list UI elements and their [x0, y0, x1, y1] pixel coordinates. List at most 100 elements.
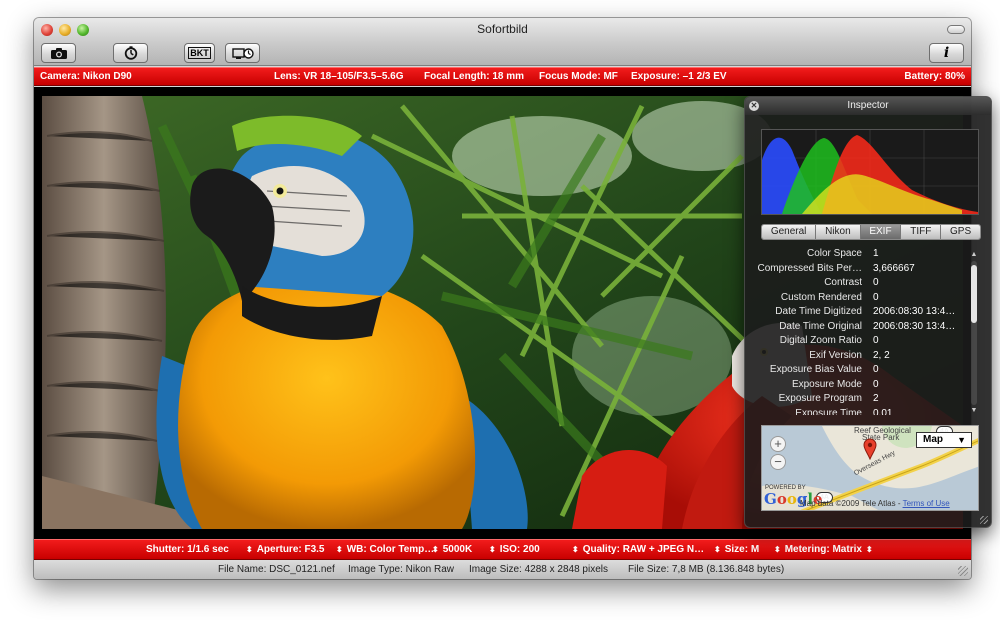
location-pin-icon[interactable]: [863, 438, 877, 465]
exif-key: Contrast: [824, 277, 862, 288]
capture-button[interactable]: [41, 43, 76, 63]
exposure-compensation: Exposure: –1 2/3 EV: [631, 71, 727, 82]
stepper-arrows-icon: ⬍: [336, 545, 343, 554]
exif-value: 0: [873, 335, 879, 346]
exif-value: 0,01: [873, 407, 893, 416]
shutter-control[interactable]: Shutter: 1/1.6 sec: [146, 540, 229, 559]
stepper-arrows-icon: ⬍: [246, 545, 253, 554]
image-type: Image Type: Nikon Raw: [348, 564, 454, 575]
toolbar-toggle-button[interactable]: [947, 25, 965, 34]
info-icon: i: [943, 45, 950, 61]
stepper-arrows-icon: ⬍: [572, 545, 579, 554]
exif-key: Digital Zoom Ratio: [779, 335, 862, 346]
exif-value: 2006:08:30 13:4…: [873, 320, 956, 332]
zoom-in-button[interactable]: +: [770, 436, 786, 452]
camera-info-bar: Camera: Nikon D90 Lens: VR 18–105/F3.5–5…: [34, 67, 971, 86]
shutter-value: Shutter: 1/1.6 sec: [146, 544, 229, 555]
scroll-thumb[interactable]: [971, 265, 977, 324]
stepper-arrows-icon: ⬍: [714, 545, 721, 554]
stepper-arrows-icon: ⬍: [432, 545, 439, 554]
inspector-title-bar[interactable]: Inspector: [745, 97, 991, 115]
iso-value: ISO: 200: [499, 544, 540, 555]
aperture-value: Aperture: F3.5: [256, 544, 325, 555]
exif-value: 1: [873, 248, 879, 259]
info-button[interactable]: i: [929, 43, 964, 63]
camera-icon: [50, 47, 68, 60]
exif-key: Exposure Mode: [791, 378, 862, 390]
exif-row: Exposure Time 0,01: [751, 407, 967, 416]
exif-scrollbar[interactable]: ▲ ▼: [970, 251, 978, 415]
color-temperature-value: 5000K: [442, 544, 473, 555]
image-size: Image Size: 4288 x 2848 pixels: [469, 564, 608, 575]
quality-control[interactable]: ⬍ Quality: RAW + JPEG N…: [572, 540, 704, 559]
exif-row: Exposure Program 2: [751, 392, 967, 407]
exif-value: 0: [873, 277, 879, 288]
map-credit-text: Map data ©2009 Tele Atlas -: [800, 499, 903, 508]
exif-key: Exposure Time: [795, 407, 862, 416]
inspector-resize-grip[interactable]: [980, 516, 988, 524]
exif-row: Exif Version 2, 2: [751, 349, 967, 364]
color-temperature-control[interactable]: ⬍ 5000K: [432, 540, 472, 559]
inspector-title: Inspector: [847, 100, 889, 111]
window-title: Sofortbild: [477, 22, 528, 36]
resize-grip[interactable]: [958, 566, 968, 576]
exif-row: Custom Rendered 0: [751, 291, 967, 306]
exif-row: Date Time Original 2006:08:30 13:4…: [751, 320, 967, 335]
exif-value: 2, 2: [873, 349, 890, 361]
scroll-down-icon[interactable]: ▼: [970, 407, 978, 415]
display-button[interactable]: [225, 43, 260, 63]
exif-key: Color Space: [806, 248, 862, 259]
terms-of-use-link[interactable]: Terms of Use: [903, 499, 950, 508]
exif-value: 0: [873, 364, 879, 375]
display-clock-icon: [231, 47, 254, 60]
self-timer-button[interactable]: [113, 43, 148, 63]
exif-row: Contrast 0: [751, 276, 967, 291]
stepper-arrows-icon: ⬍: [865, 545, 873, 554]
exif-row: Exposure Mode 0: [751, 378, 967, 393]
focal-length: Focal Length: 18 mm: [424, 71, 525, 82]
status-bar: File Name: DSC_0121.nef Image Type: Niko…: [34, 560, 971, 579]
stepper-arrows-icon: ⬍: [774, 545, 781, 554]
exif-value: 0: [873, 291, 879, 303]
exif-row: Exposure Bias Value 0: [751, 363, 967, 378]
exif-row: Color Space 1: [751, 247, 967, 262]
chevron-down-icon: ▼: [957, 435, 966, 445]
inspector-panel: Inspector ✕ General Nikon EXIF TIFF GPS …: [744, 96, 992, 528]
metering-value: Metering: Matrix: [784, 544, 862, 555]
tab-gps[interactable]: GPS: [941, 225, 980, 239]
exif-value: 2: [873, 393, 879, 404]
iso-control[interactable]: ⬍ ISO: 200: [489, 540, 540, 559]
scroll-up-icon[interactable]: ▲: [970, 251, 978, 259]
exif-key: Exposure Bias Value: [769, 364, 862, 375]
tab-nikon[interactable]: Nikon: [816, 225, 861, 239]
metering-control[interactable]: ⬍ Metering: Matrix ⬍: [774, 540, 873, 559]
inspector-close-icon[interactable]: ✕: [749, 101, 759, 111]
map-type-select[interactable]: Map ▼: [916, 432, 972, 448]
bracketing-label: BKT: [188, 47, 211, 59]
capture-settings-bar: Shutter: 1/1.6 sec ⬍ Aperture: F3.5 ⬍ WB: …: [34, 539, 971, 560]
tab-tiff[interactable]: TIFF: [901, 225, 942, 239]
exif-key: Exif Version: [809, 349, 862, 361]
quality-value: Quality: RAW + JPEG N…: [582, 544, 705, 555]
title-bar[interactable]: Sofortbild BKT i: [34, 18, 971, 66]
exif-key: Compressed Bits Per…: [757, 262, 862, 274]
exif-key: Exposure Program: [778, 393, 862, 404]
self-timer-icon: [124, 46, 138, 60]
file-name: File Name: DSC_0121.nef: [218, 564, 335, 575]
size-control[interactable]: ⬍ Size: M: [714, 540, 759, 559]
exif-key: Date Time Digitized: [775, 306, 862, 317]
histogram: [761, 129, 979, 215]
exif-key: Date Time Original: [779, 320, 862, 332]
tab-general[interactable]: General: [762, 225, 817, 239]
file-size: File Size: 7,8 MB (8.136.848 bytes): [628, 564, 785, 575]
white-balance-control[interactable]: ⬍ WB: Color Temp…: [336, 540, 434, 559]
battery-level: Battery: 80%: [904, 71, 965, 82]
exif-value: 3,666667: [873, 262, 915, 274]
exif-table[interactable]: Color Space 1 Compressed Bits Per… 3,66666…: [751, 247, 967, 415]
bracketing-button[interactable]: BKT: [184, 43, 215, 63]
aperture-control[interactable]: ⬍ Aperture: F3.5: [246, 540, 325, 559]
tab-exif[interactable]: EXIF: [860, 225, 902, 239]
gps-map[interactable]: Reef Geological State Park Overseas Hwy …: [761, 425, 979, 511]
inspector-tabs: General Nikon EXIF TIFF GPS: [761, 224, 981, 240]
zoom-out-button[interactable]: −: [770, 454, 786, 470]
